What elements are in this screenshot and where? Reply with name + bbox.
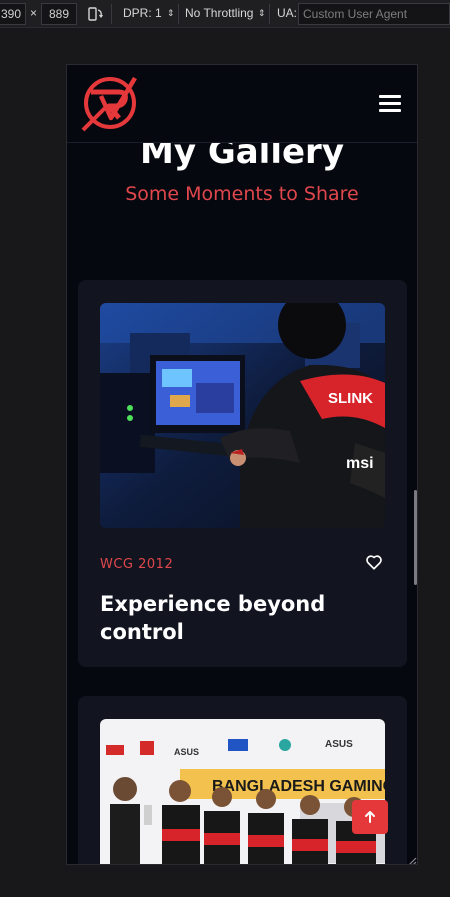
svg-text:ASUS: ASUS xyxy=(174,747,199,757)
dpr-select[interactable]: DPR: 1 xyxy=(123,6,162,20)
device-viewport: My Gallery Some Moments to Share SLINK m… xyxy=(66,64,418,865)
card-category: WCG 2012 xyxy=(100,557,174,572)
arrow-up-icon xyxy=(365,811,375,823)
user-agent-input[interactable]: Custom User Agent xyxy=(298,3,450,25)
svg-text:msi: msi xyxy=(346,455,374,472)
gallery-card: ASUS ASUS BANGLADESH GAMING xyxy=(78,696,407,864)
throttling-select[interactable]: No Throttling xyxy=(185,6,253,20)
svg-text:ASUS: ASUS xyxy=(325,739,353,750)
scrollbar-thumb[interactable] xyxy=(414,490,417,585)
hamburger-icon[interactable] xyxy=(379,95,403,115)
gallery-photo-gamer[interactable]: SLINK msi xyxy=(100,303,385,528)
svg-text:BANGLADESH GAMING: BANGLADESH GAMING xyxy=(212,778,385,795)
rotate-icon[interactable] xyxy=(86,5,104,23)
ua-label: UA: xyxy=(277,6,298,20)
dimension-separator: × xyxy=(30,6,38,20)
top-navbar xyxy=(67,65,417,143)
brand-logo[interactable] xyxy=(79,72,143,132)
height-input[interactable]: 889 xyxy=(41,3,77,25)
dpr-chevron-icon: ⇕ xyxy=(167,8,175,18)
gallery-card: SLINK msi WCG 2012 Experience beyond con… xyxy=(78,280,407,667)
gallery-photo-team[interactable]: ASUS ASUS BANGLADESH GAMING xyxy=(100,719,385,864)
resize-grip-icon[interactable] xyxy=(405,852,417,864)
devtools-toolbar: 390 × 889 DPR: 1 ⇕ No Throttling ⇕ UA: C… xyxy=(0,0,450,28)
card-title[interactable]: Experience beyond control xyxy=(100,590,370,646)
svg-text:SLINK: SLINK xyxy=(328,390,373,407)
back-to-top-button[interactable] xyxy=(352,800,388,834)
width-input[interactable]: 390 xyxy=(0,3,26,25)
gallery-subtitle: Some Moments to Share xyxy=(125,183,359,205)
throttling-chevron-icon: ⇕ xyxy=(258,8,266,18)
heart-icon[interactable] xyxy=(365,553,383,571)
